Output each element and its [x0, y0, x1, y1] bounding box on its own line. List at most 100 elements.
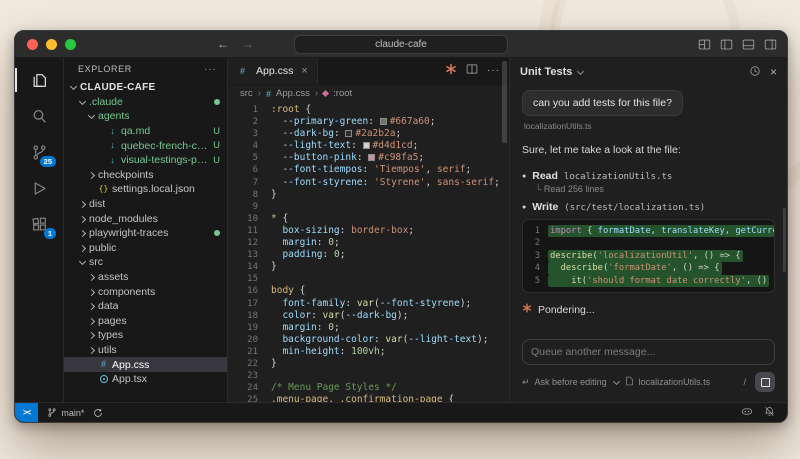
step-file[interactable]: localizationUtils.ts	[564, 172, 672, 182]
split-editor-icon[interactable]	[466, 62, 478, 80]
toggle-panel-icon[interactable]	[742, 38, 755, 51]
chat-transcript: can you add tests for this file? localiz…	[510, 86, 787, 402]
notifications-bell-icon[interactable]	[764, 406, 775, 419]
attached-file-label[interactable]: localizationUtils.ts	[524, 121, 775, 131]
activity-source-control-icon[interactable]: 25	[15, 134, 63, 170]
sync-changes-item[interactable]	[93, 408, 103, 418]
chevron-right-icon	[86, 330, 96, 340]
color-swatch[interactable]	[379, 118, 387, 126]
edit-mode-selector[interactable]: Ask before editing	[535, 377, 607, 387]
tree-item-visual-testings-playwright[interactable]: ↓ visual-testings-playwright... U	[64, 153, 227, 168]
tree-item-data[interactable]: data	[64, 299, 227, 314]
file-label: playwright-traces	[89, 227, 169, 240]
minimize-window-button[interactable]	[46, 38, 57, 50]
source-control-badge: 25	[39, 155, 56, 167]
color-swatch[interactable]	[362, 142, 370, 150]
line-number: 13	[247, 250, 258, 261]
code-editor[interactable]: 1:root {2 --primary-green: #667a60; 3 --d…	[228, 102, 509, 402]
diff-code-line: 3 describe('localizationUtil', () => {	[523, 249, 774, 263]
tree-item-dist[interactable]: dist	[64, 197, 227, 212]
code-line: 22}	[228, 358, 509, 370]
line-number: 5	[534, 275, 540, 286]
line-number: 20	[247, 334, 258, 345]
breadcrumb-file[interactable]: App.css	[276, 88, 310, 99]
breadcrumb-symbol[interactable]: :root	[333, 88, 352, 99]
diff-code-block[interactable]: 1 import { formatDate, translateKey, getC…	[522, 219, 775, 294]
tab-app-css[interactable]: # App.css ×	[228, 58, 318, 84]
step-file[interactable]: (src/test/localization.ts)	[564, 203, 705, 213]
back-icon[interactable]: ←	[217, 38, 229, 50]
toggle-primary-sidebar-icon[interactable]	[720, 38, 733, 51]
tree-item-utils[interactable]: utils	[64, 343, 227, 358]
tree-root-folder[interactable]: CLAUDE-CAFE	[64, 80, 227, 95]
stop-button[interactable]	[755, 372, 775, 392]
breadcrumb-src[interactable]: src	[240, 88, 253, 99]
activity-search-icon[interactable]	[15, 98, 63, 134]
customize-layout-icon[interactable]	[698, 38, 711, 51]
agent-file-icon: ↓	[110, 125, 115, 136]
tree-item-checkpoints[interactable]: checkpoints	[64, 168, 227, 183]
react-file-icon	[98, 374, 109, 384]
code-line: 17 font-family: var(--font-styrene);	[228, 298, 509, 310]
close-window-button[interactable]	[27, 38, 38, 50]
file-icon	[625, 376, 634, 388]
code-line: 3 --dark-bg: #2a2b2a;	[228, 128, 509, 140]
code-line: 1:root {	[228, 104, 509, 116]
slash-command-hint[interactable]: /	[743, 377, 750, 387]
code-line: 11 box-sizing: border-box;	[228, 225, 509, 237]
explorer-more-actions-icon[interactable]: ···	[204, 64, 217, 75]
git-status-badge: U	[213, 154, 220, 166]
editor-scrollbar[interactable]	[502, 61, 507, 143]
git-branch-item[interactable]: main*	[47, 407, 84, 418]
tree-item-agents[interactable]: agents	[64, 109, 227, 124]
tree-item-app-css[interactable]: # App.css	[64, 357, 227, 372]
chat-scrollbar[interactable]	[783, 208, 786, 272]
tree-item-claude[interactable]: .claude	[64, 95, 227, 110]
chat-history-icon[interactable]	[749, 65, 761, 80]
assistant-message: Sure, let me take a look at the file:	[522, 144, 681, 156]
tree-item-pages[interactable]: pages	[64, 314, 227, 329]
diff-code-line: 4 describe('formatDate', () => {	[523, 262, 774, 275]
remote-indicator[interactable]: ><	[15, 403, 39, 422]
activity-run-debug-icon[interactable]	[15, 170, 63, 206]
css-file-icon: #	[100, 359, 106, 370]
line-number: 2	[534, 238, 540, 249]
copilot-icon[interactable]	[741, 406, 753, 419]
tab-close-icon[interactable]: ×	[301, 65, 307, 77]
tree-item-src[interactable]: src	[64, 255, 227, 270]
activity-extensions-icon[interactable]: 1	[15, 206, 63, 242]
line-number: 16	[247, 286, 258, 297]
tree-item-settings-local-json[interactable]: {} settings.local.json	[64, 182, 227, 197]
tree-item-quebec-french-complian[interactable]: ↓ quebec-french-complian... U	[64, 138, 227, 153]
line-number: 12	[247, 238, 258, 249]
file-label: App.css	[112, 358, 150, 371]
chat-title-dropdown[interactable]: Unit Tests	[520, 66, 584, 78]
tree-item-assets[interactable]: assets	[64, 270, 227, 285]
tree-item-playwright-traces[interactable]: playwright-traces	[64, 226, 227, 241]
tree-item-components[interactable]: components	[64, 284, 227, 299]
color-swatch[interactable]	[345, 130, 353, 138]
chat-input[interactable]	[522, 339, 775, 365]
tree-item-types[interactable]: types	[64, 328, 227, 343]
line-number: 3	[534, 250, 540, 261]
editor-tab-bar: # App.css × ···	[228, 58, 509, 85]
tree-item-public[interactable]: public	[64, 241, 227, 256]
tree-item-node-modules[interactable]: node_modules	[64, 211, 227, 226]
editor-more-actions-icon[interactable]: ···	[487, 66, 500, 76]
user-message-bubble: can you add tests for this file?	[522, 90, 683, 116]
tree-item-qa-md[interactable]: ↓ qa.md U	[64, 124, 227, 139]
close-chat-icon[interactable]: ×	[770, 66, 777, 78]
zoom-window-button[interactable]	[65, 38, 76, 50]
color-swatch[interactable]	[368, 154, 376, 162]
toggle-secondary-sidebar-icon[interactable]	[764, 38, 777, 51]
code-line: 23	[228, 370, 509, 382]
forward-icon[interactable]: →	[242, 38, 254, 50]
command-center-search[interactable]: claude-cafe	[294, 34, 508, 54]
line-number: 18	[247, 310, 258, 321]
status-indicator: Pondering...	[522, 303, 775, 316]
activity-explorer-icon[interactable]	[15, 62, 63, 98]
claude-spark-icon[interactable]	[445, 62, 457, 80]
tree-item-app-tsx[interactable]: App.tsx	[64, 372, 227, 387]
line-number: 17	[247, 298, 258, 309]
context-file-label[interactable]: localizationUtils.ts	[639, 377, 711, 387]
